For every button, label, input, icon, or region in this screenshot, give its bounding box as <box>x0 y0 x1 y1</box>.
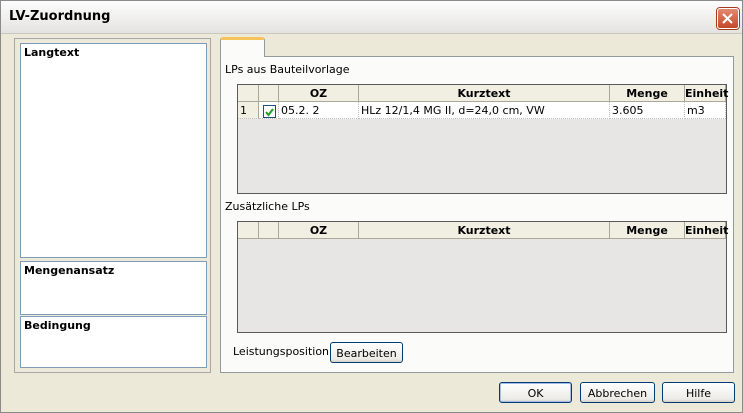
row-menge: 3.605 <box>610 102 685 119</box>
column-header <box>259 222 279 239</box>
row-checkbox-cell[interactable] <box>259 102 279 119</box>
column-header-oz[interactable]: OZ <box>279 85 359 102</box>
bauteilvorlage-grid[interactable]: OZ Kurztext Menge Einheit 1 05.2. 2 HLz … <box>237 84 728 194</box>
column-header-oz[interactable]: OZ <box>279 222 359 239</box>
bedingung-label: Bedingung <box>24 319 91 332</box>
leistungsposition-label: Leistungsposition <box>233 345 330 358</box>
column-header-menge[interactable]: Menge <box>610 222 685 239</box>
langtext-panel[interactable]: Langtext <box>20 43 207 258</box>
dialog-title: LV-Zuordnung <box>9 9 111 24</box>
column-header-kurztext[interactable]: Kurztext <box>359 222 610 239</box>
title-bar[interactable]: LV-Zuordnung <box>1 1 742 34</box>
ok-button[interactable]: OK <box>499 382 572 403</box>
table-row[interactable]: 1 05.2. 2 HLz 12/1,4 MG II, d=24,0 cm, V… <box>238 102 726 119</box>
column-header-kurztext[interactable]: Kurztext <box>359 85 610 102</box>
column-header-einheit[interactable]: Einheit <box>685 85 728 102</box>
column-header <box>259 85 279 102</box>
close-button[interactable] <box>717 8 739 29</box>
close-icon <box>722 13 733 24</box>
tab-main[interactable] <box>220 37 265 57</box>
row-kurztext: HLz 12/1,4 MG II, d=24,0 cm, VW <box>359 102 610 119</box>
row-oz: 05.2. 2 <box>279 102 359 119</box>
mengenansatz-panel[interactable]: Mengenansatz <box>20 261 207 315</box>
langtext-label: Langtext <box>24 46 80 59</box>
bauteilvorlage-label: LPs aus Bauteilvorlage <box>225 63 350 76</box>
bearbeiten-button[interactable]: Bearbeiten <box>330 342 403 363</box>
column-header-einheit[interactable]: Einheit <box>685 222 728 239</box>
column-header <box>238 85 259 102</box>
checkmark-icon <box>265 108 274 117</box>
bedingung-panel[interactable]: Bedingung <box>20 316 207 368</box>
mengenansatz-label: Mengenansatz <box>24 264 115 277</box>
cancel-button[interactable]: Abbrechen <box>580 382 655 403</box>
dialog-window: LV-Zuordnung Langtext Mengenansatz Bedin… <box>0 0 743 413</box>
column-header-menge[interactable]: Menge <box>610 85 685 102</box>
row-einheit: m3 <box>685 102 726 119</box>
column-header <box>238 222 259 239</box>
zusaetzliche-grid[interactable]: OZ Kurztext Menge Einheit <box>237 221 728 333</box>
help-button[interactable]: Hilfe <box>662 382 735 403</box>
row-index: 1 <box>238 102 259 119</box>
row-checkbox[interactable] <box>263 105 276 118</box>
zusaetzliche-label: Zusätzliche LPs <box>225 200 310 213</box>
